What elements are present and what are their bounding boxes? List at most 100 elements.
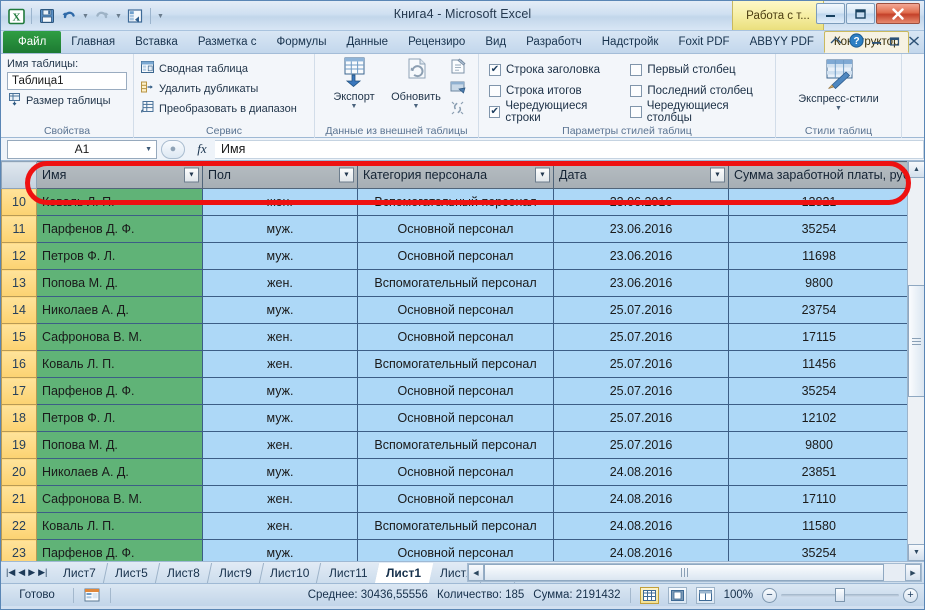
table-row[interactable]: 23Парфенов Д. Ф.муж.Основной персонал24.… xyxy=(2,540,910,562)
first-sheet-icon[interactable]: |◀ xyxy=(6,567,15,578)
prev-sheet-icon[interactable]: ◀ xyxy=(18,567,25,578)
table-row[interactable]: 22Коваль Л. П.жен.Вспомогательный персон… xyxy=(2,513,910,540)
row-number[interactable]: 22 xyxy=(2,513,37,540)
remove-duplicates-button[interactable]: Удалить дубликаты xyxy=(140,80,297,97)
filter-dropdown-date-icon[interactable]: ▼ xyxy=(710,168,725,183)
cell-category[interactable]: Основной персонал xyxy=(358,486,554,513)
checkbox-last-column[interactable]: Последний столбец xyxy=(630,82,769,100)
cell-salary[interactable]: 11698 xyxy=(729,243,910,270)
tab-foxit-pdf[interactable]: Foxit PDF xyxy=(668,31,739,53)
scroll-left-button[interactable]: ◀ xyxy=(468,564,484,581)
cell-date[interactable]: 25.07.2016 xyxy=(554,405,729,432)
checkbox-total-row[interactable]: Строка итогов xyxy=(489,82,618,100)
scroll-right-button[interactable]: ▶ xyxy=(905,564,921,581)
pivot-table-button[interactable]: Сводная таблица xyxy=(140,60,297,77)
row-number[interactable]: 21 xyxy=(2,486,37,513)
cell-category[interactable]: Вспомогательный персонал xyxy=(358,432,554,459)
close-workbook-icon[interactable] xyxy=(908,36,920,49)
zoom-in-button[interactable]: + xyxy=(903,588,918,603)
cell-salary[interactable]: 9800 xyxy=(729,270,910,297)
cell-sex[interactable]: муж. xyxy=(203,540,358,562)
row-number[interactable]: 23 xyxy=(2,540,37,562)
tab-addins[interactable]: Надстройк xyxy=(592,31,669,53)
cell-category[interactable]: Основной персонал xyxy=(358,297,554,324)
cell-date[interactable]: 25.07.2016 xyxy=(554,378,729,405)
cell-salary[interactable]: 9800 xyxy=(729,432,910,459)
normal-view-button[interactable] xyxy=(640,587,659,604)
cell-category[interactable]: Основной персонал xyxy=(358,459,554,486)
sheet-tab-list7[interactable]: Лист7 xyxy=(52,563,108,583)
filter-dropdown-sex-icon[interactable]: ▼ xyxy=(339,168,354,183)
tab-file[interactable]: Файл xyxy=(3,31,61,53)
cell-date[interactable]: 23.06.2016 xyxy=(554,243,729,270)
cell-date[interactable]: 25.07.2016 xyxy=(554,324,729,351)
cell-name[interactable]: Парфенов Д. Ф. xyxy=(37,540,203,562)
cell-sex[interactable]: жен. xyxy=(203,351,358,378)
help-icon[interactable]: ? xyxy=(849,33,864,51)
cell-sex[interactable]: муж. xyxy=(203,216,358,243)
expand-formula-bar-icon[interactable]: ● xyxy=(161,140,185,159)
sheet-tab-list11[interactable]: Лист11 xyxy=(318,563,380,583)
cell-category[interactable]: Вспомогательный персонал xyxy=(358,513,554,540)
tab-page-layout[interactable]: Разметка с xyxy=(188,31,267,53)
last-sheet-icon[interactable]: ▶| xyxy=(38,567,47,578)
restore-workbook-icon[interactable] xyxy=(889,36,901,49)
row-number[interactable]: 17 xyxy=(2,378,37,405)
cell-date[interactable]: 24.08.2016 xyxy=(554,540,729,562)
cell-salary[interactable]: 11456 xyxy=(729,351,910,378)
refresh-button[interactable]: Обновить ▼ xyxy=(387,57,445,110)
cell-category[interactable]: Вспомогательный персонал xyxy=(358,189,554,216)
zoom-out-button[interactable]: − xyxy=(762,588,777,603)
restore-button[interactable] xyxy=(846,3,875,24)
name-box[interactable]: A1 ▼ xyxy=(7,140,157,159)
minimize-button[interactable] xyxy=(816,3,845,24)
tab-home[interactable]: Главная xyxy=(61,31,125,53)
quick-styles-button[interactable]: Экспресс-стили ▼ xyxy=(791,59,887,112)
cell-category[interactable]: Основной персонал xyxy=(358,216,554,243)
row-number[interactable]: 11 xyxy=(2,216,37,243)
row-number[interactable]: 10 xyxy=(2,189,37,216)
cell-name[interactable]: Петров Ф. Л. xyxy=(37,243,203,270)
vertical-scrollbar[interactable]: ▲ ▼ xyxy=(907,161,924,561)
checkbox-banded-rows-box[interactable] xyxy=(489,106,500,118)
row-number[interactable]: 14 xyxy=(2,297,37,324)
cell-date[interactable]: 23.06.2016 xyxy=(554,270,729,297)
checkbox-header-row-box[interactable] xyxy=(489,64,501,76)
insert-function-icon[interactable]: fx xyxy=(189,141,215,157)
cell-name[interactable]: Николаев А. Д. xyxy=(37,459,203,486)
cell-salary[interactable]: 35254 xyxy=(729,378,910,405)
cell-date[interactable]: 25.07.2016 xyxy=(554,432,729,459)
row-number[interactable]: 20 xyxy=(2,459,37,486)
cell-category[interactable]: Основной персонал xyxy=(358,378,554,405)
cell-category[interactable]: Основной персонал xyxy=(358,243,554,270)
horizontal-scroll-thumb[interactable] xyxy=(484,564,884,581)
column-header-date[interactable]: Дата ▼ xyxy=(554,162,729,189)
zoom-level-label[interactable]: 100% xyxy=(724,589,753,601)
checkbox-banded-columns[interactable]: Чередующиеся столбцы xyxy=(630,103,769,121)
name-box-dropdown-icon[interactable]: ▼ xyxy=(145,146,152,153)
row-number[interactable]: 18 xyxy=(2,405,37,432)
page-break-view-button[interactable] xyxy=(696,587,715,604)
cell-sex[interactable]: жен. xyxy=(203,189,358,216)
cell-salary[interactable]: 12102 xyxy=(729,405,910,432)
cell-sex[interactable]: муж. xyxy=(203,243,358,270)
tab-review[interactable]: Рецензиро xyxy=(398,31,475,53)
sheet-tab-list1[interactable]: Лист1 xyxy=(375,563,433,583)
row-number[interactable]: 19 xyxy=(2,432,37,459)
row-number[interactable]: 15 xyxy=(2,324,37,351)
table-row[interactable]: 21Сафронова В. М.жен.Основной персонал24… xyxy=(2,486,910,513)
cell-salary[interactable]: 23851 xyxy=(729,459,910,486)
column-header-category[interactable]: Категория персонала ▼ xyxy=(358,162,554,189)
cell-date[interactable]: 25.07.2016 xyxy=(554,297,729,324)
cell-name[interactable]: Попова М. Д. xyxy=(37,432,203,459)
cell-sex[interactable]: муж. xyxy=(203,378,358,405)
collapse-ribbon-icon[interactable] xyxy=(830,36,842,48)
checkbox-banded-columns-box[interactable] xyxy=(630,106,641,118)
table-row[interactable]: 16Коваль Л. П.жен.Вспомогательный персон… xyxy=(2,351,910,378)
cell-date[interactable]: 25.07.2016 xyxy=(554,351,729,378)
tab-insert[interactable]: Вставка xyxy=(125,31,188,53)
sheet-tab-list5[interactable]: Лист5 xyxy=(104,563,160,583)
cell-salary[interactable]: 12821 xyxy=(729,189,910,216)
scroll-down-button[interactable]: ▼ xyxy=(908,544,924,561)
row-number[interactable]: 16 xyxy=(2,351,37,378)
